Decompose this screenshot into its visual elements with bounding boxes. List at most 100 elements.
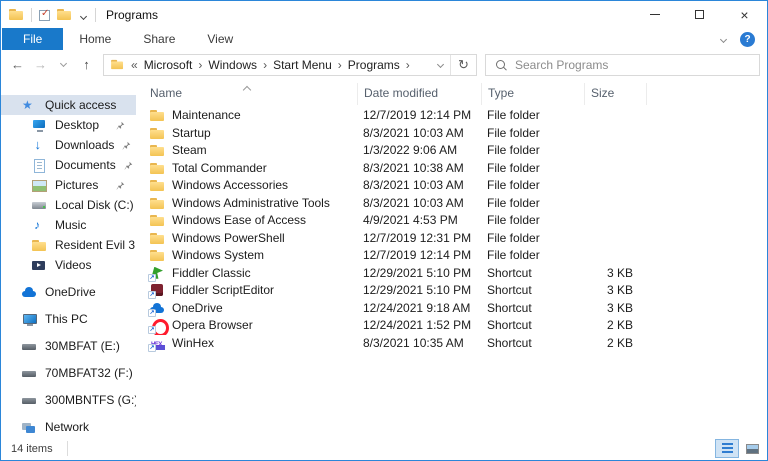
tab-share[interactable]: Share	[127, 28, 191, 50]
file-name: Windows Administrative Tools	[172, 195, 330, 213]
file-list-pane: NameDate modifiedTypeSize Maintenance 12…	[136, 79, 767, 437]
file-row-opera-browser[interactable]: ↗Opera Browser 12/24/2021 1:52 PM Shortc…	[136, 317, 767, 335]
column-header-name[interactable]: Name	[136, 83, 357, 105]
search-input[interactable]	[515, 55, 759, 75]
breadcrumb-overflow[interactable]: «	[131, 58, 138, 72]
file-row-fiddler-scripteditor[interactable]: ↗Fiddler ScriptEditor 12/29/2021 5:10 PM…	[136, 282, 767, 300]
column-header-date-modified[interactable]: Date modified	[357, 83, 481, 105]
new-folder-icon[interactable]	[57, 8, 72, 21]
close-button[interactable]: ×	[722, 1, 767, 28]
window-title: Programs	[106, 8, 158, 22]
file-type: Shortcut	[481, 335, 584, 353]
refresh-button[interactable]: ↻	[450, 55, 476, 75]
properties-icon[interactable]	[39, 10, 50, 21]
file-row-fiddler-classic[interactable]: ↗Fiddler Classic 12/29/2021 5:10 PM Shor…	[136, 265, 767, 283]
tab-view[interactable]: View	[191, 28, 249, 50]
sidebar-item-label: Downloads	[55, 138, 114, 152]
file-row-windows-accessories[interactable]: Windows Accessories 8/3/2021 10:03 AM Fi…	[136, 177, 767, 195]
file-row-maintenance[interactable]: Maintenance 12/7/2019 12:14 PM File fold…	[136, 107, 767, 125]
file-row-startup[interactable]: Startup 8/3/2021 10:03 AM File folder	[136, 125, 767, 143]
sidebar-item-onedrive[interactable]: OneDrive	[1, 282, 136, 302]
view-switcher	[715, 439, 764, 458]
drive-icon	[22, 367, 37, 380]
file-row-windows-ease-of-access[interactable]: Windows Ease of Access 4/9/2021 4:53 PM …	[136, 212, 767, 230]
file-name: WinHex	[172, 335, 214, 353]
breadcrumb-item-microsoft[interactable]: Microsoft	[144, 58, 193, 72]
breadcrumb-item-windows[interactable]: Windows	[208, 58, 257, 72]
file-rows: Maintenance 12/7/2019 12:14 PM File fold…	[136, 107, 767, 352]
sidebar-item-pictures[interactable]: Pictures	[1, 175, 136, 195]
sidebar-item-quick-access[interactable]: Quick access	[1, 95, 136, 115]
file-row-windows-powershell[interactable]: Windows PowerShell 12/7/2019 12:31 PM Fi…	[136, 230, 767, 248]
shortcut-overlay-icon: ↗	[148, 274, 156, 282]
tab-file[interactable]: File	[2, 28, 63, 50]
forward-button[interactable]: →	[30, 54, 51, 76]
file-name: Fiddler Classic	[172, 265, 251, 283]
file-row-onedrive[interactable]: ↗OneDrive 12/24/2021 9:18 AM Shortcut 3 …	[136, 300, 767, 318]
breadcrumb-item-start-menu[interactable]: Start Menu	[273, 58, 332, 72]
ribbon-tab-bar: FileHomeShareView ?	[1, 28, 767, 50]
file-type: File folder	[481, 107, 584, 125]
up-button[interactable]: ↑	[76, 54, 97, 76]
breadcrumb-item-programs[interactable]: Programs	[348, 58, 400, 72]
minimize-button[interactable]	[632, 1, 677, 28]
file-row-winhex[interactable]: ↗WinHex 8/3/2021 10:35 AM Shortcut 2 KB	[136, 335, 767, 353]
sidebar-item-local-disk-c[interactable]: Local Disk (C:)	[1, 195, 136, 215]
file-row-windows-system[interactable]: Windows System 12/7/2019 12:14 PM File f…	[136, 247, 767, 265]
sidebar-item-this-pc[interactable]: This PC	[1, 309, 136, 329]
help-icon[interactable]: ?	[740, 32, 755, 47]
sidebar-item-network[interactable]: Network	[1, 417, 136, 437]
music-icon	[32, 219, 47, 232]
address-dropdown-button[interactable]	[430, 55, 450, 75]
sidebar-item-30mbfat-e[interactable]: 30MBFAT (E:)	[1, 336, 136, 356]
chevron-down-icon	[436, 61, 443, 68]
sidebar-item-downloads[interactable]: Downloads	[1, 135, 136, 155]
search-icon	[495, 59, 507, 71]
file-name: Opera Browser	[172, 317, 253, 335]
back-button[interactable]: ←	[7, 54, 28, 76]
file-size	[584, 230, 646, 248]
sidebar-item-music[interactable]: Music	[1, 215, 136, 235]
breadcrumb-separator[interactable]: ›	[406, 58, 410, 72]
main-area: Quick access Desktop Downloads Documents…	[1, 79, 767, 437]
folder-icon	[150, 179, 165, 192]
tab-home[interactable]: Home	[63, 28, 127, 50]
date-modified: 12/24/2021 1:52 PM	[357, 317, 481, 335]
breadcrumb-separator[interactable]: ›	[338, 58, 342, 72]
file-row-steam[interactable]: Steam 1/3/2022 9:06 AM File folder	[136, 142, 767, 160]
breadcrumb-separator[interactable]: ›	[263, 58, 267, 72]
pin-icon	[124, 161, 133, 170]
sidebar-item-desktop[interactable]: Desktop	[1, 115, 136, 135]
maximize-button[interactable]	[677, 1, 722, 28]
file-row-windows-administrative-tools[interactable]: Windows Administrative Tools 8/3/2021 10…	[136, 195, 767, 213]
recent-locations-button[interactable]	[53, 54, 74, 76]
folder-icon	[150, 144, 165, 157]
sidebar-item-videos[interactable]: Videos	[1, 255, 136, 275]
file-name: Total Commander	[172, 160, 267, 178]
sidebar-item-70mbfat32-f[interactable]: 70MBFAT32 (F:)	[1, 363, 136, 383]
file-type: File folder	[481, 142, 584, 160]
sidebar-item-300mbntfs-g[interactable]: 300MBNTFS (G:)	[1, 390, 136, 410]
expand-ribbon-icon[interactable]	[720, 35, 727, 42]
pictures-icon	[32, 179, 47, 192]
column-header-size[interactable]: Size	[584, 83, 646, 105]
file-row-total-commander[interactable]: Total Commander 8/3/2021 10:38 AM File f…	[136, 160, 767, 178]
shortcut-overlay-icon: ↗	[148, 291, 156, 299]
sidebar-item-resident-evil-3[interactable]: Resident Evil 3	[1, 235, 136, 255]
date-modified: 8/3/2021 10:03 AM	[357, 195, 481, 213]
sidebar-item-documents[interactable]: Documents	[1, 155, 136, 175]
breadcrumb-separator[interactable]: ›	[198, 58, 202, 72]
file-type: File folder	[481, 230, 584, 248]
address-bar[interactable]: « Microsoft › Windows › Start Menu › Programs ›…	[103, 54, 477, 76]
file-size	[584, 125, 646, 143]
details-view-button[interactable]	[715, 439, 739, 458]
chevron-down-icon	[60, 60, 67, 67]
file-type: File folder	[481, 125, 584, 143]
large-icons-view-button[interactable]	[740, 439, 764, 458]
file-name: Steam	[172, 142, 207, 160]
file-name: Maintenance	[172, 107, 241, 125]
customize-quick-access-toolbar-icon[interactable]	[79, 6, 88, 24]
column-header-type[interactable]: Type	[481, 83, 584, 105]
file-type: Shortcut	[481, 282, 584, 300]
file-size	[584, 247, 646, 265]
